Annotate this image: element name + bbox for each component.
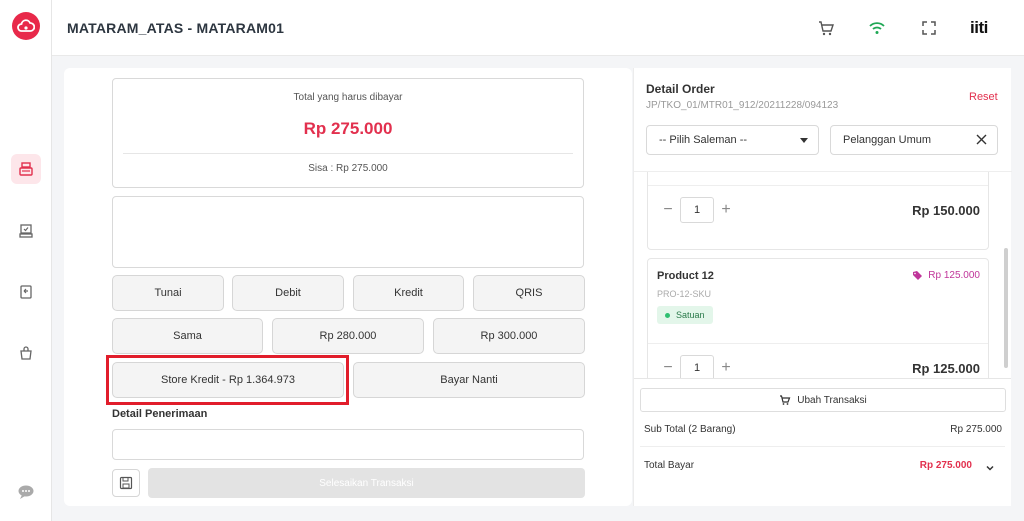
finish-transaction-button[interactable]: Selesaikan Transaksi	[148, 468, 585, 498]
order-panel: Detail Order JP/TKO_01/MTR01_912/2021122…	[633, 68, 1012, 506]
item-name: Product 12	[657, 270, 714, 282]
salesman-select-value: -- Pilih Saleman --	[659, 134, 748, 146]
cloud-logo-icon[interactable]	[12, 12, 40, 40]
method-qris-button[interactable]: QRIS	[473, 275, 585, 311]
subtotal-value: Rp 275.000	[950, 424, 1002, 435]
item-price: Rp 150.000	[912, 203, 980, 218]
edit-transaction-label: Ubah Transaksi	[797, 394, 867, 406]
method-kredit-button[interactable]: Kredit	[353, 275, 464, 311]
customer-field[interactable]: Pelanggan Umum	[830, 125, 998, 155]
subtotal-label: Sub Total (2 Barang)	[644, 424, 736, 435]
return-icon[interactable]	[11, 277, 41, 307]
brand-logo: iiti	[970, 18, 988, 37]
clear-customer-icon[interactable]	[976, 134, 987, 148]
chevron-down-icon[interactable]	[985, 460, 995, 478]
chat-icon[interactable]	[11, 477, 41, 507]
total-label: Total yang harus dibayar	[293, 92, 403, 103]
reset-link[interactable]: Reset	[969, 91, 998, 103]
page-title: MATARAM_ATAS - MATARAM01	[67, 20, 285, 36]
divider	[634, 378, 1011, 379]
cart-icon[interactable]	[815, 17, 837, 39]
total-pay-value: Rp 275.000	[919, 460, 972, 471]
payment-input-area[interactable]	[112, 196, 584, 268]
unit-badge: Satuan	[657, 306, 713, 324]
remaining-amount: Sisa : Rp 275.000	[308, 163, 388, 174]
unit-label: Satuan	[676, 310, 705, 320]
item-price: Rp 125.000	[912, 361, 980, 376]
wifi-icon	[866, 17, 888, 39]
plus-icon[interactable]: +	[716, 200, 736, 220]
shopping-bag-icon[interactable]	[11, 338, 41, 368]
divider	[123, 153, 573, 154]
status-dot	[665, 312, 670, 318]
divider	[640, 446, 1005, 447]
receipt-detail-label: Detail Penerimaan	[112, 408, 208, 420]
fullscreen-icon[interactable]	[918, 17, 940, 39]
store-credit-button[interactable]: Store Kredit - Rp 1.364.973	[112, 362, 344, 398]
minus-icon[interactable]: −	[658, 358, 678, 378]
quantity-stepper[interactable]: − 1 +	[658, 355, 736, 378]
order-title: Detail Order	[646, 82, 715, 96]
total-summary-box: Total yang harus dibayar Rp 275.000 Sisa…	[112, 78, 584, 188]
order-item-1: − 1 + Rp 150.000	[647, 172, 989, 250]
item-sku: PRO-12-SKU	[657, 289, 712, 299]
total-amount: Rp 275.000	[303, 119, 393, 138]
amount-exact-button[interactable]: Sama	[112, 318, 263, 354]
top-bar: MATARAM_ATAS - MATARAM01 iiti	[52, 0, 1024, 56]
method-debit-button[interactable]: Debit	[232, 275, 344, 311]
quantity-value[interactable]: 1	[680, 197, 714, 223]
scrollbar[interactable]	[1004, 248, 1008, 368]
plus-icon[interactable]: +	[716, 358, 736, 378]
price-tag-icon	[913, 271, 923, 280]
payment-panel: Total yang harus dibayar Rp 275.000 Sisa…	[64, 68, 632, 506]
divider	[648, 343, 988, 344]
tag-price-value: Rp 125.000	[928, 270, 980, 281]
method-tunai-button[interactable]: Tunai	[112, 275, 224, 311]
order-code: JP/TKO_01/MTR01_912/20211228/094123	[646, 100, 839, 111]
cashier-icon[interactable]	[11, 154, 41, 184]
salesman-select[interactable]: -- Pilih Saleman --	[646, 125, 819, 155]
order-item-list[interactable]: − 1 + Rp 150.000 Product 12 PRO-12-SKU R…	[634, 171, 1012, 378]
pos-monitor-icon[interactable]	[11, 216, 41, 246]
quantity-value[interactable]: 1	[680, 355, 714, 378]
edit-transaction-button[interactable]: Ubah Transaksi	[640, 388, 1006, 412]
save-draft-button[interactable]	[112, 469, 140, 497]
minus-icon[interactable]: −	[658, 200, 678, 220]
caret-down-icon	[800, 135, 808, 147]
order-item-2: Product 12 PRO-12-SKU Rp 125.000 Satuan …	[647, 258, 989, 378]
divider	[648, 185, 988, 186]
total-pay-label: Total Bayar	[644, 460, 695, 471]
quantity-stepper[interactable]: − 1 +	[658, 197, 736, 223]
pay-later-button[interactable]: Bayar Nanti	[353, 362, 585, 398]
cart-edit-icon	[780, 395, 791, 405]
save-icon	[119, 476, 133, 490]
item-tag-price: Rp 125.000	[913, 270, 980, 281]
customer-value: Pelanggan Umum	[843, 134, 932, 146]
sidebar	[0, 0, 52, 521]
amount-280000-button[interactable]: Rp 280.000	[272, 318, 424, 354]
amount-300000-button[interactable]: Rp 300.000	[433, 318, 585, 354]
receipt-detail-input[interactable]	[112, 429, 584, 460]
